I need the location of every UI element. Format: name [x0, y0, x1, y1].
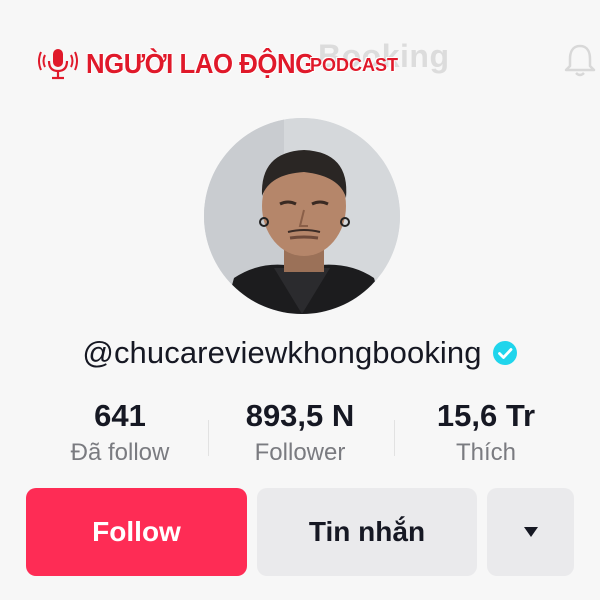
stat-likes-value: 15,6 Tr [436, 398, 536, 433]
stats-divider [208, 420, 209, 456]
verified-badge-icon [492, 341, 517, 365]
caret-down-icon [523, 527, 538, 537]
more-options-button[interactable] [487, 488, 574, 576]
stat-following[interactable]: 641 Đã follow [20, 394, 220, 468]
microphone-broadcast-icon [38, 49, 78, 80]
profile-stats: 641 Đã follow 893,5 N Follower 15,6 Tr T… [0, 394, 600, 474]
stat-followers[interactable]: 893,5 N Follower [200, 394, 400, 468]
username-row: @chucareviewkhongbooking [0, 328, 600, 378]
bell-icon[interactable] [560, 40, 600, 80]
newspaper-watermark: NGƯỜI LAO ĐỘNG PODCAST [38, 44, 398, 84]
stat-followers-value: 893,5 N [245, 398, 355, 433]
stats-divider [394, 420, 395, 456]
profile-avatar[interactable] [204, 118, 400, 314]
watermark-podcast-label: PODCAST [310, 55, 399, 75]
profile-header: Booking NGƯỜI LAO ĐỘNG PODCAST [0, 0, 600, 110]
follow-button-label: Follow [92, 516, 181, 547]
watermark-brand: NGƯỜI LAO ĐỘNG [86, 48, 315, 79]
stat-following-label: Đã follow [70, 439, 170, 466]
follow-button[interactable]: Follow [26, 488, 247, 576]
stat-followers-label: Follower [254, 439, 346, 466]
message-button[interactable]: Tin nhắn [257, 488, 477, 576]
stat-likes-label: Thích [455, 439, 517, 466]
stat-following-value: 641 [94, 398, 146, 433]
message-button-label: Tin nhắn [308, 516, 426, 547]
username: @chucareviewkhongbooking [82, 335, 482, 370]
avatar-photo [204, 118, 400, 314]
stat-likes[interactable]: 15,6 Tr Thích [386, 394, 586, 468]
